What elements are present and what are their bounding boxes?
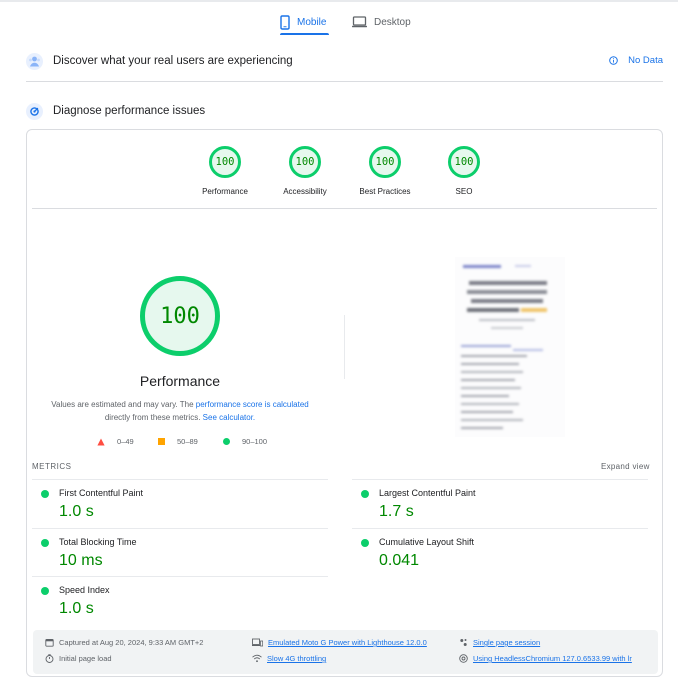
- score-calculation-link[interactable]: performance score is calculated: [196, 400, 309, 409]
- captured-at: Captured at Aug 20, 2024, 9:33 AM GMT+2: [45, 638, 245, 647]
- devices-icon: [252, 638, 263, 647]
- timer-icon: [45, 654, 54, 663]
- metric-value: 1.0 s: [59, 600, 94, 617]
- category-label: Accessibility: [283, 187, 327, 196]
- category-label: SEO: [455, 187, 473, 196]
- metric-name: Total Blocking Time: [59, 537, 137, 547]
- category-seo[interactable]: 100 SEO: [424, 146, 504, 196]
- diagnose-title: Diagnose performance issues: [53, 105, 206, 117]
- metric-cumulative-layout-shift: Cumulative Layout Shift 0.041: [352, 528, 648, 576]
- legend-average: 50–89: [158, 437, 198, 446]
- field-data-title: Discover what your real users are experi…: [53, 55, 293, 67]
- metric-first-contentful-paint: First Contentful Paint 1.0 s: [32, 479, 328, 527]
- performance-gauge: 100: [140, 276, 220, 356]
- phone-icon: [280, 14, 290, 30]
- metric-name: Speed Index: [59, 585, 110, 595]
- category-label: Performance: [202, 187, 248, 196]
- gauges-divider: [32, 208, 657, 209]
- pass-indicator-icon: [361, 539, 369, 547]
- browser-info-link[interactable]: Using HeadlessChromium 127.0.6533.99 wit…: [459, 654, 649, 663]
- calendar-icon: [45, 639, 54, 647]
- tab-desktop[interactable]: Desktop: [352, 8, 414, 36]
- metric-name: Largest Contentful Paint: [379, 488, 476, 498]
- metric-name: First Contentful Paint: [59, 488, 144, 498]
- top-border: [0, 0, 678, 2]
- chrome-icon: [459, 654, 468, 663]
- no-data-label: No Data: [628, 55, 663, 66]
- section-divider: [26, 81, 663, 82]
- pass-indicator-icon: [361, 490, 369, 498]
- page-screenshot-thumbnail[interactable]: [455, 257, 565, 437]
- pass-indicator-icon: [41, 539, 49, 547]
- vertical-separator: [344, 315, 345, 379]
- users-icon: [26, 52, 43, 70]
- performance-description: Values are estimated and may vary. The p…: [51, 400, 309, 422]
- category-accessibility[interactable]: 100 Accessibility: [265, 146, 345, 196]
- monitor-icon: [352, 16, 367, 28]
- tab-mobile[interactable]: Mobile: [280, 8, 329, 36]
- expand-view-button[interactable]: Expand view: [601, 462, 650, 471]
- no-data-link[interactable]: No Data: [609, 55, 663, 66]
- throttling-link[interactable]: Slow 4G throttling: [252, 654, 452, 663]
- emulated-device-link[interactable]: Emulated Moto G Power with Lighthouse 12…: [252, 638, 452, 647]
- score-gauge: 100: [209, 146, 241, 178]
- triangle-icon: [97, 438, 105, 445]
- runtime-settings: [33, 630, 658, 674]
- legend-fail: 0–49: [97, 437, 134, 446]
- tab-mobile-label: Mobile: [297, 16, 327, 28]
- metric-value: 1.0 s: [59, 503, 94, 520]
- info-icon: [609, 56, 618, 65]
- metric-value: 10 ms: [59, 552, 103, 569]
- metric-speed-index: Speed Index 1.0 s: [32, 576, 328, 624]
- wifi-icon: [252, 654, 262, 663]
- calculator-link[interactable]: See calculator.: [203, 413, 255, 422]
- tab-desktop-label: Desktop: [374, 16, 411, 28]
- pass-indicator-icon: [41, 587, 49, 595]
- category-best-practices[interactable]: 100 Best Practices: [345, 146, 425, 196]
- metric-value: 0.041: [379, 552, 420, 569]
- metric-largest-contentful-paint: Largest Contentful Paint 1.7 s: [352, 479, 648, 527]
- circle-icon: [223, 438, 230, 445]
- category-label: Best Practices: [359, 187, 411, 196]
- tab-active-indicator: [280, 33, 329, 35]
- metric-value: 1.7 s: [379, 503, 414, 520]
- metric-name: Cumulative Layout Shift: [379, 537, 475, 547]
- score-gauge: 100: [369, 146, 401, 178]
- page-session-link[interactable]: Single page session: [459, 638, 649, 647]
- initial-page-load: Initial page load: [45, 654, 245, 663]
- square-icon: [158, 438, 165, 445]
- category-performance[interactable]: 100 Performance: [185, 146, 265, 196]
- performance-title: Performance: [139, 373, 221, 389]
- people-icon: [460, 639, 467, 646]
- score-gauge: 100: [289, 146, 321, 178]
- field-data-header: Discover what your real users are experi…: [26, 51, 663, 71]
- score-gauge: 100: [448, 146, 480, 178]
- lab-icon: [26, 102, 43, 120]
- metric-total-blocking-time: Total Blocking Time 10 ms: [32, 528, 328, 576]
- pass-indicator-icon: [41, 490, 49, 498]
- metrics-header: METRICS: [32, 462, 72, 471]
- diagnose-header: Diagnose performance issues: [26, 101, 663, 121]
- legend-pass: 90–100: [223, 437, 267, 446]
